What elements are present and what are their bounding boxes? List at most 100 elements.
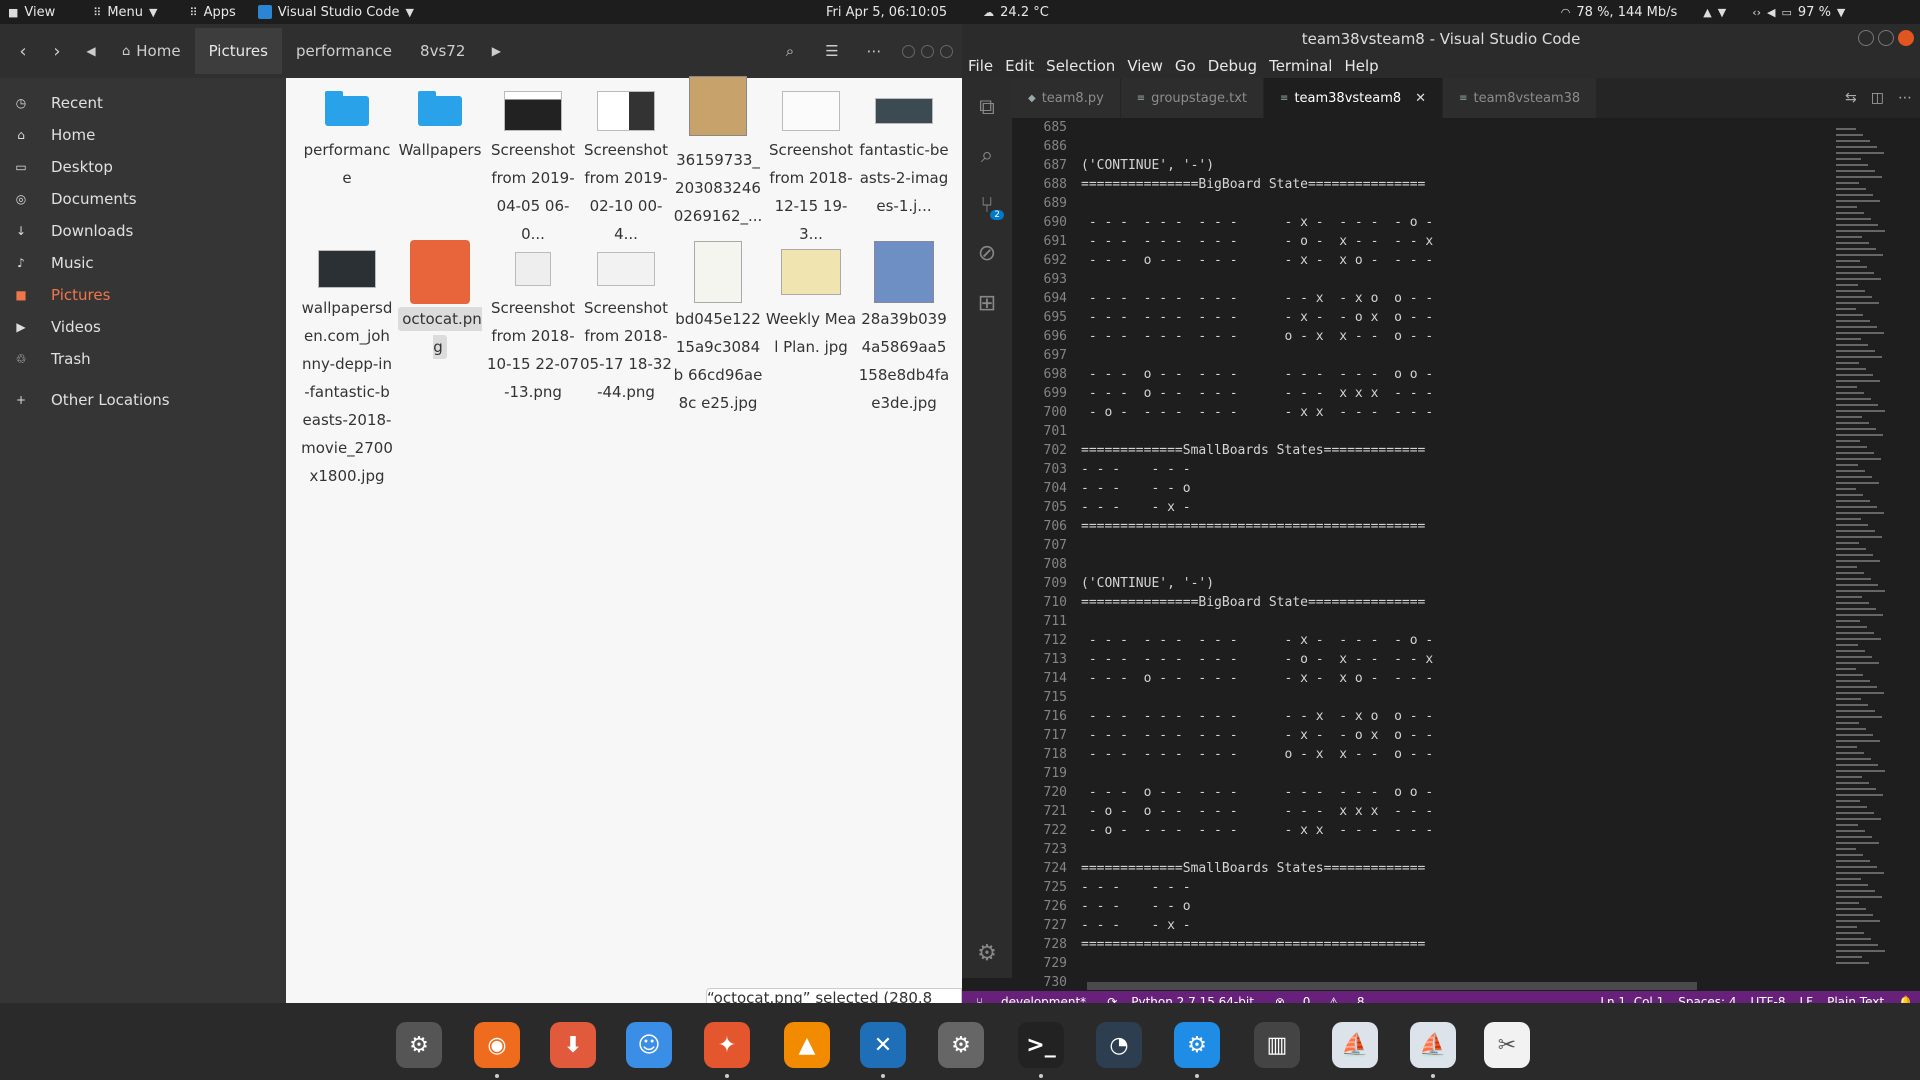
code-line: 714 - - - o - - - - - - x - x o - - - - <box>1012 669 1830 688</box>
menu-file[interactable]: File <box>962 57 999 75</box>
minimap-line <box>1836 764 1878 766</box>
file-item[interactable]: Weekly Meal Plan. jpg <box>765 241 857 361</box>
breadcrumb-pictures[interactable]: Pictures <box>194 28 282 74</box>
active-app-menu[interactable]: Visual Studio Code ▼ <box>250 0 428 24</box>
debug-icon[interactable]: ⊘ <box>972 238 1002 268</box>
breadcrumb-home[interactable]: ⌂ Home <box>108 28 195 74</box>
install-icon[interactable]: ⛵ <box>1332 1022 1378 1068</box>
code-editor[interactable]: 685 686 687 ('CONTINUE', '-') 688 ===========… <box>1012 118 1830 990</box>
clock[interactable]: Fri Apr 5, 06:10:05 <box>818 0 955 24</box>
sidebar-item-other-locations[interactable]: + Other Locations <box>0 385 286 415</box>
close-button[interactable] <box>1898 30 1914 46</box>
file-item[interactable]: 36159733_203083246 0269162_... <box>672 76 764 230</box>
file-item-selected[interactable]: octocat.png <box>394 240 486 361</box>
horizontal-scrollbar[interactable] <box>1087 982 1697 990</box>
close-button[interactable] <box>940 44 953 58</box>
breadcrumb-right-arrow[interactable]: ▶ <box>479 34 513 68</box>
sidebar-item-recent[interactable]: ◷ Recent <box>0 88 286 118</box>
line-number: 693 <box>1043 272 1067 287</box>
view-menu[interactable]: ■ View <box>0 0 63 24</box>
split-editor-icon[interactable]: ◫ <box>1871 90 1884 106</box>
menu-terminal[interactable]: Terminal <box>1263 57 1338 75</box>
terminal-icon[interactable]: >_ <box>1018 1022 1064 1068</box>
file-item[interactable]: Wallpapers <box>394 88 486 164</box>
main-menu-button[interactable]: ⠿ Menu ▼ <box>85 0 171 24</box>
downloader-icon[interactable]: ⬇ <box>550 1022 596 1068</box>
system-settings-icon[interactable]: ⚙ <box>938 1022 984 1068</box>
menu-debug[interactable]: Debug <box>1202 57 1263 75</box>
install-icon-2[interactable]: ⛵ <box>1410 1022 1456 1068</box>
line-text: =============SmallBoards States=========… <box>1081 861 1426 876</box>
weather-indicator[interactable]: ☁ 24.2 °C <box>975 0 1057 24</box>
vscode-icon[interactable]: ✕ <box>860 1022 906 1068</box>
line-number: 726 <box>1043 899 1067 914</box>
menu-go[interactable]: Go <box>1169 57 1202 75</box>
sidebar-item-downloads[interactable]: ↓ Downloads <box>0 216 286 246</box>
firefox-icon[interactable]: ◉ <box>474 1022 520 1068</box>
maximize-button[interactable] <box>1878 30 1894 46</box>
sidebar-item-music[interactable]: ♪ Music <box>0 248 286 278</box>
gitkraken-icon[interactable]: ✦ <box>704 1022 750 1068</box>
list-view-icon[interactable]: ☰ <box>815 34 849 68</box>
menu-edit[interactable]: Edit <box>999 57 1040 75</box>
file-item[interactable]: bd045e122 15a9c3084b 66cd96ae8c e25.jpg <box>672 241 764 417</box>
menu-view[interactable]: View <box>1121 57 1169 75</box>
file-item[interactable]: performance <box>301 88 393 192</box>
tab-team38vsteam8[interactable]: ≡ team38vsteam8 ✕ <box>1264 78 1444 118</box>
file-item[interactable]: fantastic-beasts-2-images-1.j... <box>858 88 950 220</box>
file-item[interactable]: Screenshot from 2019-04-05 06-0... <box>487 88 579 248</box>
extensions-icon[interactable]: ⊞ <box>972 288 1002 318</box>
tab-team8vsteam38[interactable]: ≡ team8vsteam38 <box>1443 78 1598 118</box>
preferences-icon[interactable]: ⚙ <box>1174 1022 1220 1068</box>
sidebar-item-home[interactable]: ⌂ Home <box>0 120 286 150</box>
tab-groupstage-txt[interactable]: ≡ groupstage.txt <box>1120 78 1265 118</box>
line-text: - - - o - - - - - - x - x o - - - - <box>1081 253 1434 268</box>
file-item[interactable]: Screenshot from 2018-05-17 18-32-44.png <box>580 246 672 406</box>
minimap-line <box>1836 194 1873 196</box>
back-button[interactable]: ‹ <box>6 34 40 68</box>
vlc-icon[interactable]: ▲ <box>784 1022 830 1068</box>
maximize-button[interactable] <box>921 44 934 58</box>
file-item[interactable]: 28a39b039 4a5869aa5 158e8db4fa e3de.jpg <box>858 241 950 417</box>
explorer-icon[interactable]: ⧉ <box>972 92 1002 122</box>
file-manager-window: ‹ › ◀ ⌂ Home Pictures performance 8vs72 ▶… <box>0 24 962 1026</box>
network-tool-icon[interactable]: ✂ <box>1484 1022 1530 1068</box>
search-icon[interactable]: ⌕ <box>773 34 807 68</box>
sidebar-item-trash[interactable]: ♲ Trash <box>0 344 286 374</box>
breadcrumb-8vs72[interactable]: 8vs72 <box>406 28 479 74</box>
settings-app-icon[interactable]: ⚙ <box>396 1022 442 1068</box>
close-tab-icon[interactable]: ✕ <box>1415 91 1426 106</box>
settings-gear-icon[interactable]: ⚙ <box>972 938 1002 968</box>
minimap-line <box>1836 464 1858 466</box>
tab-team8-py[interactable]: ◆ team8.py <box>1012 78 1121 118</box>
apps-button[interactable]: ⠿ Apps <box>182 0 244 24</box>
breadcrumb-performance[interactable]: performance <box>282 28 406 74</box>
sidebar-item-documents[interactable]: ◎ Documents <box>0 184 286 214</box>
minimap[interactable] <box>1820 118 1920 984</box>
sidebar-item-desktop[interactable]: ▭ Desktop <box>0 152 286 182</box>
finder-icon[interactable]: ☺ <box>626 1022 672 1068</box>
breadcrumb-left-arrow[interactable]: ◀ <box>74 34 108 68</box>
status-icons[interactable]: ▲ ▼ ‹› ◀ ▭ 97 % ▼ <box>1695 0 1859 24</box>
piano-icon[interactable]: ▥ <box>1254 1022 1300 1068</box>
file-name: Screenshot from 2019-02-10 00-4... <box>584 141 668 243</box>
menu-selection[interactable]: Selection <box>1040 57 1121 75</box>
sidebar-item-pictures[interactable]: ■ Pictures <box>0 280 286 310</box>
more-actions-icon[interactable]: ⋯ <box>1898 90 1912 106</box>
code-line: 720 - - - o - - - - - - - - - - - o o - <box>1012 783 1830 802</box>
source-control-icon[interactable]: ⑂ 2 <box>972 190 1004 220</box>
file-item[interactable]: Screenshot from 2018-12-15 19-3... <box>765 88 857 248</box>
stacer-icon[interactable]: ◔ <box>1096 1022 1142 1068</box>
forward-button[interactable]: › <box>40 34 74 68</box>
file-item[interactable]: wallpapersden.com_johnny-depp-in-fantast… <box>301 246 393 490</box>
file-item[interactable]: Screenshot from 2018-10-15 22-07-13.png <box>487 246 579 406</box>
sidebar-item-videos[interactable]: ▶ Videos <box>0 312 286 342</box>
file-item[interactable]: Screenshot from 2019-02-10 00-4... <box>580 88 672 248</box>
compare-icon[interactable]: ⇆ <box>1845 90 1857 106</box>
network-indicator[interactable]: ◠ 78 %, 144 Mb/s <box>1553 0 1685 24</box>
menu-help[interactable]: Help <box>1338 57 1384 75</box>
more-options-icon[interactable]: ⋯ <box>857 34 891 68</box>
minimize-button[interactable] <box>1858 30 1874 46</box>
minimize-button[interactable] <box>902 44 915 58</box>
search-icon[interactable]: ⌕ <box>972 140 1002 170</box>
